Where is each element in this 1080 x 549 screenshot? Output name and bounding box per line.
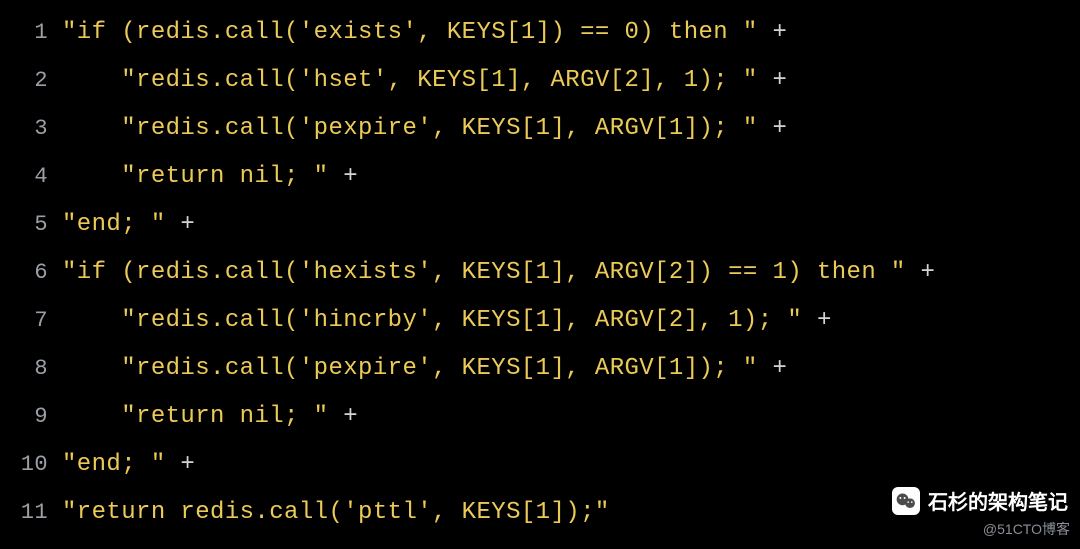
code-line: 6"if (redis.call('hexists', KEYS[1], ARG… (0, 248, 1080, 296)
string-literal: "if (redis.call('hexists', KEYS[1], ARGV… (62, 259, 906, 286)
watermark-badge: 石杉的架构笔记 (892, 486, 1068, 515)
line-number: 6 (0, 260, 62, 285)
concat-operator: + (758, 67, 788, 94)
concat-operator: + (758, 115, 788, 142)
line-number: 2 (0, 68, 62, 93)
code-editor: 1"if (redis.call('exists', KEYS[1]) == 0… (0, 0, 1080, 549)
line-number: 8 (0, 356, 62, 381)
code-content: "return nil; " + (62, 163, 1080, 190)
code-line: 8 "redis.call('pexpire', KEYS[1], ARGV[1… (0, 344, 1080, 392)
concat-operator: + (166, 451, 196, 478)
string-literal: "redis.call('hset', KEYS[1], ARGV[2], 1)… (121, 67, 758, 94)
code-content: "redis.call('hincrby', KEYS[1], ARGV[2],… (62, 307, 1080, 334)
string-literal: "return redis.call('pttl', KEYS[1]);" (62, 499, 610, 526)
credit-text: @51CTO博客 (983, 519, 1070, 539)
line-number: 11 (0, 500, 62, 525)
code-content: "redis.call('pexpire', KEYS[1], ARGV[1])… (62, 355, 1080, 382)
code-content: "redis.call('hset', KEYS[1], ARGV[2], 1)… (62, 67, 1080, 94)
line-number: 10 (0, 452, 62, 477)
concat-operator: + (758, 19, 788, 46)
concat-operator: + (802, 307, 832, 334)
concat-operator: + (758, 355, 788, 382)
line-number: 1 (0, 20, 62, 45)
line-number: 4 (0, 164, 62, 189)
code-line: 5"end; " + (0, 200, 1080, 248)
string-literal: "return nil; " (121, 403, 328, 430)
code-content: "end; " + (62, 451, 1080, 478)
string-literal: "if (redis.call('exists', KEYS[1]) == 0)… (62, 19, 758, 46)
concat-operator: + (906, 259, 936, 286)
code-line: 10"end; " + (0, 440, 1080, 488)
string-literal: "redis.call('pexpire', KEYS[1], ARGV[1])… (121, 115, 758, 142)
code-line: 7 "redis.call('hincrby', KEYS[1], ARGV[2… (0, 296, 1080, 344)
code-line: 3 "redis.call('pexpire', KEYS[1], ARGV[1… (0, 104, 1080, 152)
string-literal: "redis.call('pexpire', KEYS[1], ARGV[1])… (121, 355, 758, 382)
string-literal: "return nil; " (121, 163, 328, 190)
code-content: "return nil; " + (62, 403, 1080, 430)
code-line: 1"if (redis.call('exists', KEYS[1]) == 0… (0, 8, 1080, 56)
line-number: 9 (0, 404, 62, 429)
line-number: 7 (0, 308, 62, 333)
concat-operator: + (328, 163, 358, 190)
code-line: 2 "redis.call('hset', KEYS[1], ARGV[2], … (0, 56, 1080, 104)
code-line: 4 "return nil; " + (0, 152, 1080, 200)
code-content: "if (redis.call('exists', KEYS[1]) == 0)… (62, 19, 1080, 46)
code-content: "redis.call('pexpire', KEYS[1], ARGV[1])… (62, 115, 1080, 142)
line-number: 5 (0, 212, 62, 237)
code-content: "end; " + (62, 211, 1080, 238)
concat-operator: + (328, 403, 358, 430)
string-literal: "end; " (62, 451, 166, 478)
code-content: "if (redis.call('hexists', KEYS[1], ARGV… (62, 259, 1080, 286)
string-literal: "end; " (62, 211, 166, 238)
string-literal: "redis.call('hincrby', KEYS[1], ARGV[2],… (121, 307, 802, 334)
concat-operator: + (166, 211, 196, 238)
watermark-text: 石杉的架构笔记 (928, 486, 1068, 515)
code-line: 9 "return nil; " + (0, 392, 1080, 440)
wechat-icon (892, 487, 920, 515)
line-number: 3 (0, 116, 62, 141)
